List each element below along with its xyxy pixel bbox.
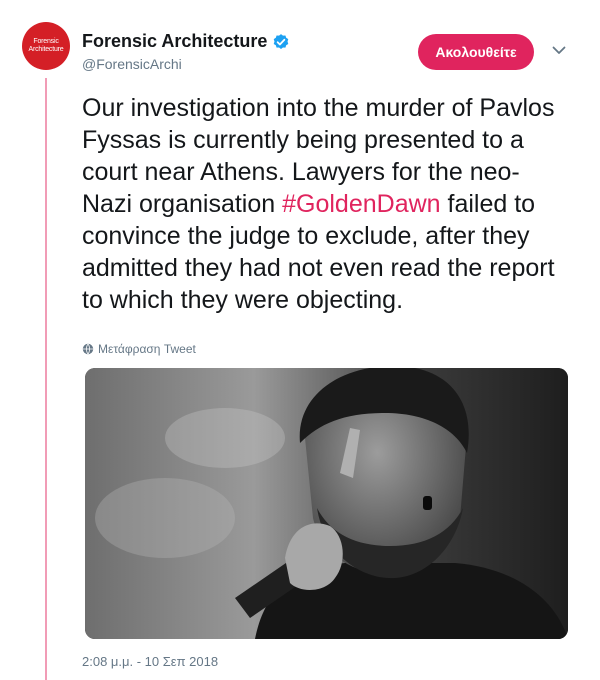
translate-label: Μετάφραση Tweet bbox=[98, 342, 196, 356]
avatar-text-line-2: Architecture bbox=[28, 46, 64, 53]
account-name-row: Forensic Architecture bbox=[82, 31, 290, 52]
tweet-timestamp[interactable]: 2:08 μ.μ. - 10 Σεπ 2018 bbox=[82, 654, 218, 669]
avatar-text-line-1: Forensic bbox=[33, 38, 59, 45]
chevron-down-icon[interactable] bbox=[551, 42, 567, 58]
follow-button[interactable]: Ακολουθείτε bbox=[418, 34, 534, 70]
translate-tweet-link[interactable]: Μετάφραση Tweet bbox=[82, 342, 196, 356]
tweet-photo[interactable] bbox=[85, 368, 568, 639]
thread-line bbox=[45, 78, 47, 680]
account-handle[interactable]: @ForensicArchi bbox=[82, 56, 182, 72]
tweet-text: Our investigation into the murder of Pav… bbox=[82, 92, 562, 316]
verified-badge-icon bbox=[274, 33, 289, 49]
avatar[interactable]: Forensic Architecture bbox=[22, 22, 70, 70]
hashtag-link[interactable]: #GoldenDawn bbox=[282, 190, 440, 218]
globe-icon bbox=[82, 343, 94, 355]
account-name[interactable]: Forensic Architecture bbox=[82, 31, 267, 52]
photo-illustration bbox=[85, 368, 568, 639]
